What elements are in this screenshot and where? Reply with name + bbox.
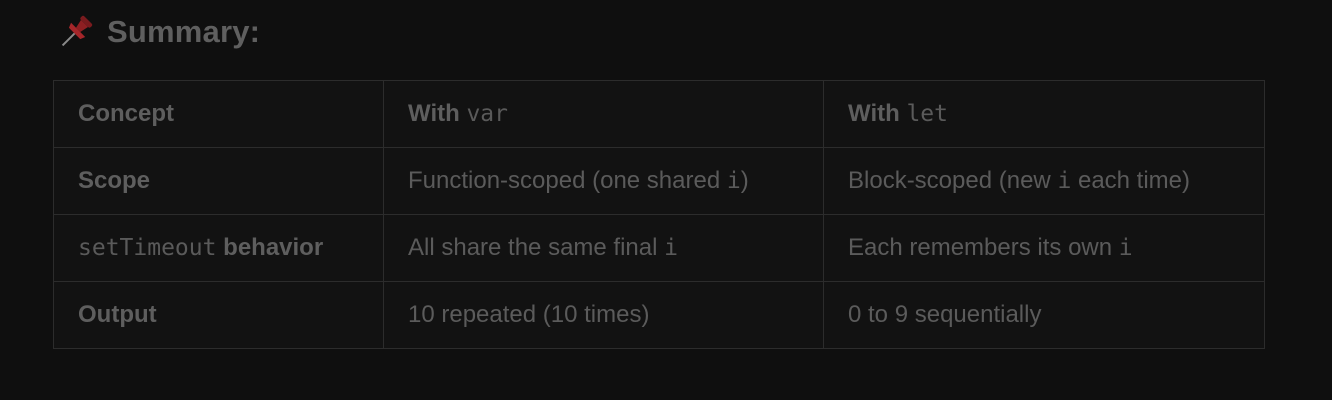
- cell-with-let: 0 to 9 sequentially: [823, 281, 1265, 349]
- header-with-let: With let: [823, 80, 1265, 148]
- summary-heading: Summary:: [55, 10, 260, 54]
- page-title: Summary:: [107, 14, 261, 49]
- pushpin-icon: [61, 15, 93, 47]
- table-row: setTimeout behavior All share the same f…: [53, 214, 1265, 282]
- table-row: Output 10 repeated (10 times) 0 to 9 seq…: [53, 281, 1265, 349]
- summary-table: Concept With var With let Scope Function…: [53, 80, 1265, 349]
- cell-concept: Scope: [53, 147, 384, 215]
- table-header-row: Concept With var With let: [53, 80, 1265, 148]
- cell-with-var: 10 repeated (10 times): [383, 281, 824, 349]
- cell-with-var: Function-scoped (one shared i): [383, 147, 824, 215]
- cell-with-let: Block-scoped (new i each time): [823, 147, 1265, 215]
- header-with-var: With var: [383, 80, 824, 148]
- cell-with-var: All share the same final i: [383, 214, 824, 282]
- header-concept: Concept: [53, 80, 384, 148]
- table-row: Scope Function-scoped (one shared i) Blo…: [53, 147, 1265, 215]
- cell-concept: Output: [53, 281, 384, 349]
- cell-concept: setTimeout behavior: [53, 214, 384, 282]
- cell-with-let: Each remembers its own i: [823, 214, 1265, 282]
